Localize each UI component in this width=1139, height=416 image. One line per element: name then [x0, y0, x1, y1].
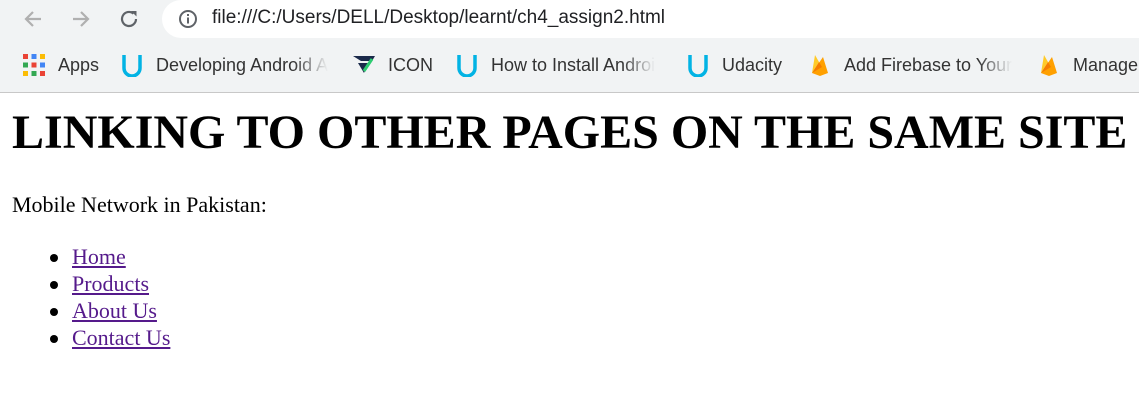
bookmark-label: Udacity [722, 54, 783, 75]
udacity-icon [122, 55, 142, 77]
udacity-icon [688, 55, 708, 77]
back-arrow-icon [24, 11, 41, 27]
browser-toolbar: file:///C:/Users/DELL/Desktop/learnt/ch4… [0, 0, 1139, 38]
nav-link-list: Home Products About Us Contact Us [12, 243, 170, 351]
intro-text: Mobile Network in Pakistan: [12, 192, 267, 217]
page-title: LINKING TO OTHER PAGES ON THE SAME SITE [12, 106, 1128, 159]
page-content: LINKING TO OTHER PAGES ON THE SAME SITE … [0, 93, 1139, 416]
udacity-icon [457, 55, 477, 77]
list-item: Contact Us [12, 324, 170, 351]
list-item: Home [12, 243, 170, 270]
bookmark-developing-android[interactable]: Developing Android A [120, 52, 330, 78]
bookmark-install-android[interactable]: How to Install Androi [455, 52, 665, 78]
bookmark-label: Manage [1073, 54, 1139, 75]
firebase-icon [812, 55, 828, 76]
url-text[interactable]: file:///C:/Users/DELL/Desktop/learnt/ch4… [212, 7, 665, 29]
bookmark-manage[interactable]: Manage [1037, 52, 1139, 78]
bookmark-icon[interactable]: ICON [352, 52, 433, 78]
apps-grid-icon [23, 54, 45, 76]
link-contact-us[interactable]: Contact Us [72, 325, 170, 350]
info-icon[interactable] [178, 9, 198, 29]
bookmark-udacity[interactable]: Udacity [686, 52, 782, 78]
back-button[interactable] [18, 4, 48, 34]
list-item: Products [12, 270, 170, 297]
icon-logo-icon [353, 56, 375, 73]
reload-button[interactable] [114, 4, 144, 34]
bookmark-apps[interactable]: Apps [22, 52, 99, 78]
link-home[interactable]: Home [72, 244, 126, 269]
bookmark-label: How to Install Androi [491, 54, 656, 75]
link-products[interactable]: Products [72, 271, 149, 296]
link-about-us[interactable]: About Us [72, 298, 157, 323]
bookmark-label: Add Firebase to Your [844, 54, 1013, 75]
address-bar[interactable]: file:///C:/Users/DELL/Desktop/learnt/ch4… [162, 0, 1139, 38]
forward-button[interactable] [66, 4, 96, 34]
list-item: About Us [12, 297, 170, 324]
bookmark-label: Developing Android A [156, 54, 329, 75]
reload-icon [120, 10, 138, 28]
forward-arrow-icon [73, 11, 90, 27]
bookmarks-bar: Apps Developing Android A ICON How to In… [0, 38, 1139, 93]
firebase-icon [1041, 55, 1057, 76]
bookmark-label: Apps [58, 54, 100, 75]
bookmark-label: ICON [388, 54, 433, 75]
bookmark-add-firebase[interactable]: Add Firebase to Your [808, 52, 1013, 78]
